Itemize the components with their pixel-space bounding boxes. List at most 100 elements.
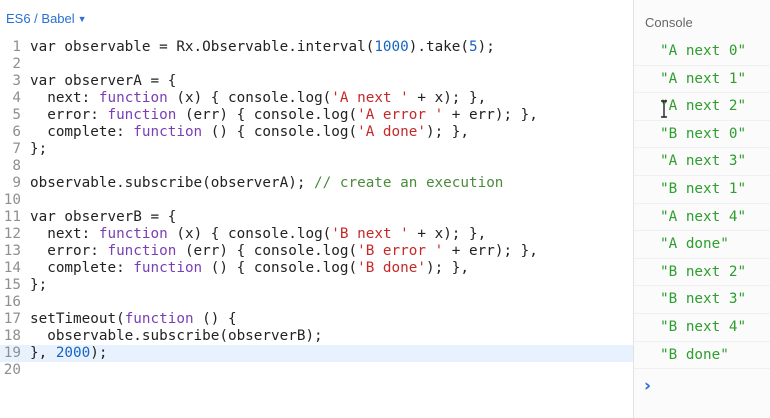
code-text: observable.subscribe(observerA); // crea… (30, 175, 503, 192)
code-token: // create an execution (314, 175, 504, 191)
code-line[interactable]: 6 complete: function () { console.log('A… (0, 124, 633, 141)
code-line[interactable]: 15}; (0, 277, 633, 294)
code-line[interactable]: 2 (0, 56, 633, 73)
code-token: (err) { console.log( (176, 243, 358, 259)
code-token: function (107, 107, 177, 123)
code-text: complete: function () { console.log('B d… (30, 260, 469, 277)
code-token: (err) { console.log( (176, 107, 358, 123)
code-token: () { console.log( (202, 260, 358, 276)
code-token: 5 (469, 39, 478, 55)
line-number: 20 (3, 362, 21, 378)
line-number: 12 (3, 226, 21, 242)
code-line[interactable]: 1 var observable = Rx.Observable.interval… (0, 39, 633, 56)
console-log-entry: "A next 3" (634, 148, 770, 176)
code-token: 'A done' (357, 124, 426, 140)
chevron-down-icon: ▼ (77, 14, 87, 24)
code-text: next: function (x) { console.log('A next… (30, 90, 486, 107)
code-token: ); (477, 39, 495, 55)
console-panel: Console "A next 0" "A next 1" "A next 2" "B… (634, 0, 770, 418)
code-text: var observable = Rx.Observable.interval(… (30, 39, 495, 56)
code-text: complete: function () { console.log('A d… (30, 124, 469, 141)
code-token: 'A error ' (357, 107, 444, 123)
code-text: var observerB = { (30, 209, 176, 226)
code-token: ); (90, 345, 108, 361)
console-log-entry: "A next 0" (634, 38, 770, 66)
line-number: 15 (3, 277, 21, 293)
code-token: 'B next ' (331, 226, 409, 242)
console-log-entry: "A next 2" (634, 93, 770, 121)
code-token: (x) { console.log( (167, 90, 332, 106)
line-number: 13 (3, 243, 21, 259)
code-token: complete: (30, 260, 134, 276)
code-token: }; (30, 141, 48, 157)
console-log-entry: "B next 4" (634, 314, 770, 342)
code-token: + err); }, (443, 107, 538, 123)
console-log-entry: "A done" (634, 231, 770, 259)
code-token: var observerB = { (30, 209, 177, 225)
console-log-entry: "B done" (634, 342, 770, 370)
line-number: 4 (12, 90, 21, 106)
console-log-entry: "A next 4" (634, 204, 770, 232)
code-line[interactable]: 7}; (0, 141, 633, 158)
code-token: function (133, 124, 203, 140)
line-number: 6 (12, 124, 21, 140)
code-area[interactable]: 1 var observable = Rx.Observable.interval… (0, 39, 633, 379)
code-line[interactable]: 4 next: function (x) { console.log('A ne… (0, 90, 633, 107)
code-line[interactable]: 11 var observerB = { (0, 209, 633, 226)
code-line[interactable]: 8 (0, 158, 633, 175)
line-number: 1 (12, 39, 21, 55)
code-token: ).take( (408, 39, 470, 55)
code-token: setTimeout( (30, 311, 125, 327)
code-line[interactable]: 20 (0, 362, 633, 379)
code-line[interactable]: 10 (0, 192, 633, 209)
code-token: next: (30, 90, 99, 106)
code-text: error: function (err) { console.log('B e… (30, 243, 538, 260)
code-text: }, 2000); (30, 345, 107, 362)
line-number: 16 (3, 294, 21, 310)
code-line[interactable]: 19}, 2000); (0, 345, 633, 362)
code-token: var observable = Rx.Observable.interval( (30, 39, 375, 55)
code-token: + x); }, (408, 90, 487, 106)
code-editor[interactable]: ES6 / Babel ▼ 1 var observable = Rx.Observ… (0, 0, 633, 418)
code-text: observable.subscribe(observerB); (30, 328, 322, 345)
code-token: function (133, 260, 203, 276)
code-token: error: (30, 243, 108, 259)
code-token: error: (30, 107, 108, 123)
code-line[interactable]: 5 error: function (err) { console.log('A… (0, 107, 633, 124)
code-text: setTimeout(function () { (30, 311, 237, 328)
console-prompt-icon[interactable]: › (644, 376, 651, 396)
code-line[interactable]: 13 error: function (err) { console.log('… (0, 243, 633, 260)
code-line[interactable]: 17 setTimeout(function () { (0, 311, 633, 328)
text-cursor-icon (661, 100, 667, 118)
code-line[interactable]: 12 next: function (x) { console.log('B n… (0, 226, 633, 243)
code-token: 2000 (55, 345, 91, 361)
code-text: error: function (err) { console.log('A e… (30, 107, 538, 124)
line-number: 3 (12, 73, 21, 89)
code-line[interactable]: 16 (0, 294, 633, 311)
code-token: }, (30, 345, 56, 361)
code-token: }; (30, 277, 48, 293)
code-token: () { (193, 311, 237, 327)
line-number: 2 (12, 56, 21, 72)
code-line[interactable]: 3 var observerA = { (0, 73, 633, 90)
code-token: next: (30, 226, 99, 242)
code-text: }; (30, 277, 47, 294)
code-token: var observerA = { (30, 73, 177, 89)
console-log-entry: "B next 1" (634, 176, 770, 204)
code-token: function (98, 90, 168, 106)
code-token: complete: (30, 124, 134, 140)
code-line[interactable]: 14 complete: function () { console.log('… (0, 260, 633, 277)
console-log-entry: "B next 0" (634, 121, 770, 149)
language-selector[interactable]: ES6 / Babel ▼ (6, 11, 87, 26)
code-token: function (98, 226, 168, 242)
line-number: 18 (3, 328, 21, 344)
code-text: var observerA = { (30, 73, 176, 90)
code-token: function (107, 243, 177, 259)
code-line[interactable]: 9 observable.subscribe(observerA); // cre… (0, 175, 633, 192)
code-token: function (124, 311, 194, 327)
language-label: ES6 / Babel (6, 11, 75, 26)
code-line[interactable]: 18 observable.subscribe(observerB); (0, 328, 633, 345)
code-token: + x); }, (408, 226, 487, 242)
console-title: Console (645, 15, 693, 30)
console-output: "A next 0" "A next 1" "A next 2" "B next 0"… (634, 38, 770, 370)
